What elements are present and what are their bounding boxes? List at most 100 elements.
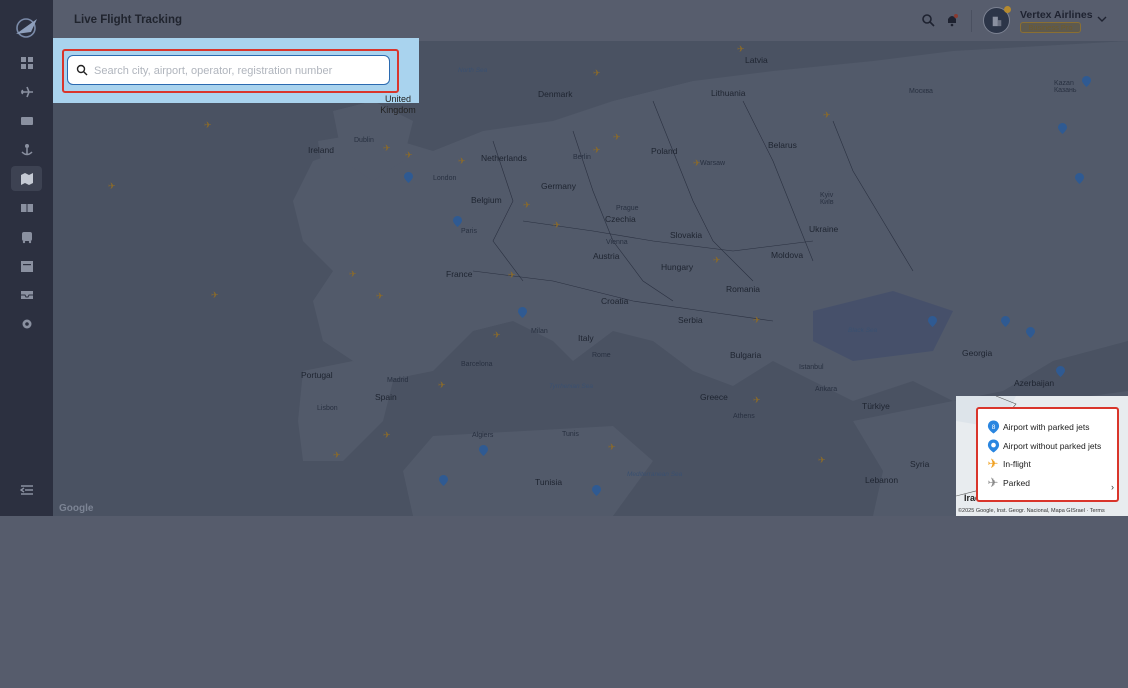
plane-inflight-icon[interactable]: ✈ <box>613 133 622 142</box>
map-label-belgium: Belgium <box>471 195 502 205</box>
logo-icon[interactable] <box>13 14 40 41</box>
search-field[interactable] <box>67 55 390 86</box>
map-label-hungary: Hungary <box>661 262 694 272</box>
map-label-belarus: Belarus <box>768 140 797 150</box>
sidebar-item-settings[interactable] <box>11 311 42 336</box>
map-label-tunisia: Tunisia <box>535 477 563 487</box>
map-label-london: London <box>433 175 457 182</box>
plane-inflight-icon[interactable]: ✈ <box>493 331 502 340</box>
plane-inflight-icon[interactable]: ✈ <box>753 316 762 325</box>
map-label-lebanon: Lebanon <box>865 475 899 485</box>
sidebar-item-flights[interactable] <box>11 79 42 104</box>
plane-inflight-icon[interactable]: ✈ <box>818 456 827 465</box>
airport-pin-icon[interactable] <box>439 475 448 486</box>
map-label-tyrrhenian-sea: Tyrrhenian Sea <box>549 383 593 390</box>
plane-inflight-icon[interactable]: ✈ <box>593 69 602 78</box>
map-label-iraq: Iraq <box>964 493 976 503</box>
bell-icon[interactable] <box>945 13 959 27</box>
airport-pin-icon <box>986 439 1000 453</box>
plane-inflight-icon[interactable]: ✈ <box>383 144 392 153</box>
plane-inflight-icon[interactable]: ✈ <box>823 111 832 120</box>
sidebar-item-cards[interactable] <box>11 108 42 133</box>
airport-pin-icon[interactable] <box>1026 327 1035 338</box>
plane-inflight-icon[interactable]: ✈ <box>349 270 358 279</box>
plane-inflight-icon: ✈ <box>987 456 999 471</box>
map-label-algiers: Algiers <box>472 432 494 439</box>
airport-pin-icon[interactable] <box>1082 76 1091 87</box>
map-label-greece: Greece <box>700 392 728 402</box>
legend-item-parked: ✈ Parked <box>986 475 1030 491</box>
airport-pin-icon[interactable] <box>404 172 413 183</box>
map-label-dublin: Dublin <box>354 137 374 144</box>
sidebar-item-map[interactable] <box>11 166 42 191</box>
plane-inflight-icon[interactable]: ✈ <box>753 396 762 405</box>
page-title: Live Flight Tracking <box>74 14 182 26</box>
legend-label: Airport with parked jets <box>1003 422 1090 432</box>
plane-inflight-icon[interactable]: ✈ <box>523 201 532 210</box>
plane-inflight-icon[interactable]: ✈ <box>693 159 702 168</box>
plane-inflight-icon[interactable]: ✈ <box>458 157 467 166</box>
map-label-ukraine: Ukraine <box>809 224 839 234</box>
plane-inflight-icon[interactable]: ✈ <box>508 271 517 280</box>
map-label-latvia: Latvia <box>745 55 768 65</box>
sidebar-item-dashboard[interactable] <box>11 50 42 75</box>
chevron-down-icon[interactable] <box>1097 14 1107 24</box>
search-icon[interactable] <box>921 13 935 27</box>
plane-inflight-icon[interactable]: ✈ <box>737 45 746 54</box>
plane-inflight-icon[interactable]: ✈ <box>333 451 342 460</box>
collapse-icon <box>19 484 33 495</box>
plane-inflight-icon[interactable]: ✈ <box>108 182 117 191</box>
plane-parked-icon: ✈ <box>987 475 999 490</box>
plane-inflight-icon[interactable]: ✈ <box>383 431 392 440</box>
plane-inflight-icon[interactable]: ✈ <box>593 146 602 155</box>
plane-inflight-icon[interactable]: ✈ <box>438 381 447 390</box>
plane-inflight-icon[interactable]: ✈ <box>713 256 722 265</box>
sidebar-item-inbox[interactable] <box>11 282 42 307</box>
airport-pin-icon[interactable] <box>592 485 601 496</box>
plane-inflight-icon[interactable]: ✈ <box>608 443 617 452</box>
airport-pin-icon[interactable] <box>928 316 937 327</box>
plane-inflight-icon[interactable]: ✈ <box>405 151 414 160</box>
sidebar-item-tickets[interactable] <box>11 195 42 220</box>
map-label-poland: Poland <box>651 146 678 156</box>
airport-pin-icon[interactable] <box>1001 316 1010 327</box>
building-icon <box>992 16 1001 26</box>
sidebar-item-crew[interactable] <box>11 137 42 162</box>
plane-inflight-icon[interactable]: ✈ <box>553 221 562 230</box>
gear-icon <box>22 319 31 328</box>
search-icon <box>76 64 88 76</box>
map-label-vienna: Vienna <box>606 239 628 246</box>
plane-inflight-icon[interactable]: ✈ <box>376 292 385 301</box>
card-icon <box>20 116 33 125</box>
plane-inflight-icon[interactable]: ✈ <box>211 291 220 300</box>
map-label-kyiv: Kyiv Київ <box>820 192 834 206</box>
plan-badge: Business Pro <box>1020 22 1081 33</box>
map-label-denmark: Denmark <box>538 89 573 99</box>
sidebar-collapse-button[interactable] <box>11 477 42 502</box>
airport-pin-icon[interactable] <box>518 307 527 318</box>
sidebar-item-calendar[interactable] <box>11 253 42 278</box>
airport-pin-icon[interactable] <box>453 216 462 227</box>
sidebar-item-transport[interactable] <box>11 224 42 249</box>
bus-icon <box>21 231 32 243</box>
map-label-ireland: Ireland <box>308 145 334 155</box>
map-label-bulgaria: Bulgaria <box>730 350 762 360</box>
map-label-madrid: Madrid <box>387 377 409 384</box>
airport-pin-icon[interactable] <box>1058 123 1067 134</box>
legend-item-airport: Airport without parked jets <box>986 438 1101 454</box>
airport-pin-icon[interactable] <box>1075 173 1084 184</box>
plane-inflight-icon[interactable]: ✈ <box>204 121 213 130</box>
calendar-icon <box>20 260 33 272</box>
status-badge <box>1004 6 1011 13</box>
map-label-north-sea: North Sea <box>458 67 488 74</box>
pin-count: 8 <box>991 424 995 431</box>
dashboard-icon <box>20 56 33 69</box>
map-icon <box>20 172 33 185</box>
airport-pin-icon[interactable] <box>479 445 488 456</box>
chevron-right-icon[interactable]: › <box>1111 482 1114 492</box>
airport-pin-icon[interactable] <box>1056 366 1065 377</box>
map-label-georgia: Georgia <box>962 348 993 358</box>
map-label-barcelona: Barcelona <box>461 361 493 368</box>
search-input[interactable] <box>92 56 386 86</box>
airport-parked-pin-icon: 8 <box>986 420 1000 434</box>
